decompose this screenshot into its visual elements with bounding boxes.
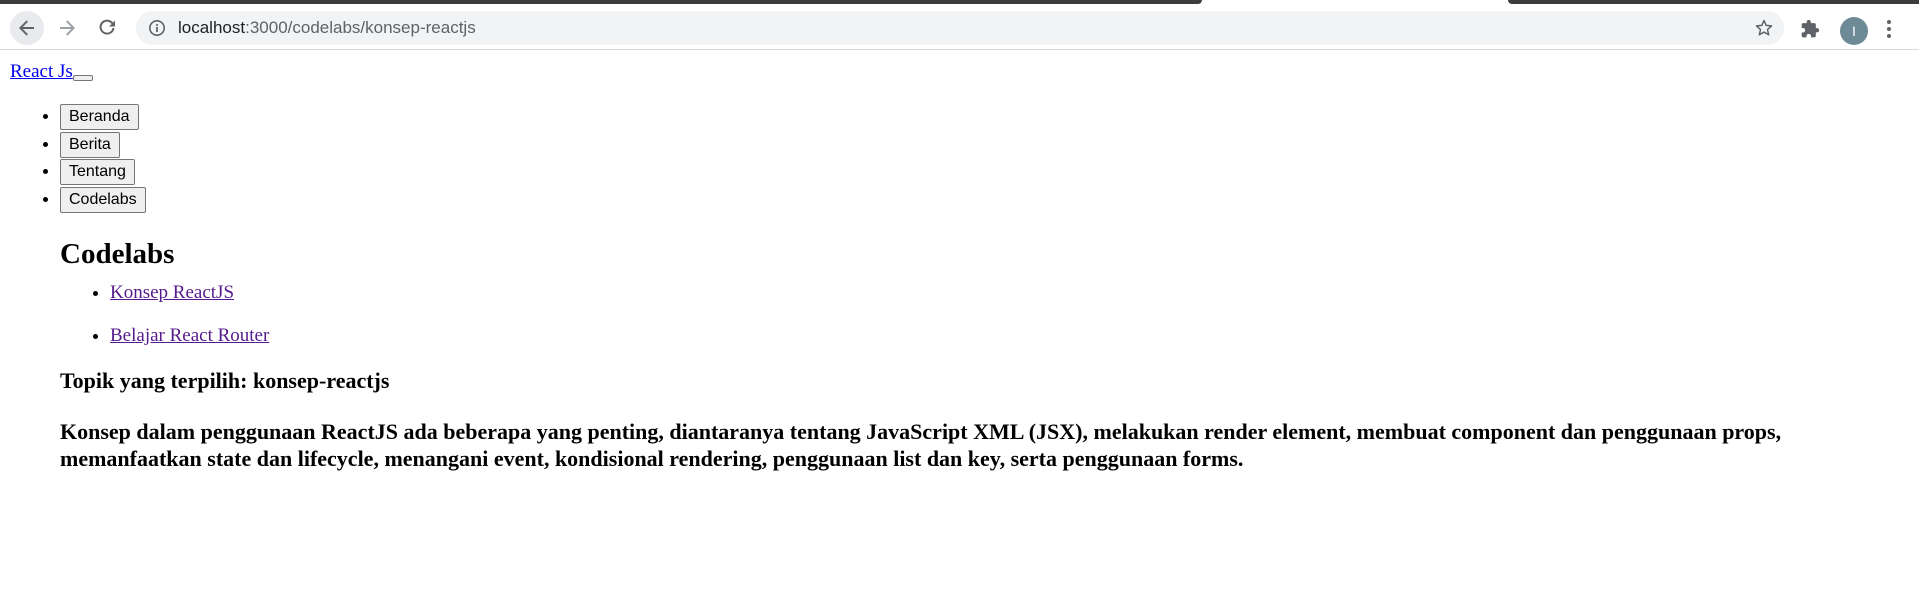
page-title: Codelabs — [60, 238, 175, 270]
back-button[interactable] — [10, 11, 44, 45]
tentang-button[interactable]: Tentang — [60, 159, 135, 185]
star-icon[interactable] — [1754, 18, 1774, 43]
reload-button[interactable] — [90, 11, 124, 45]
tab-strip — [0, 0, 1919, 7]
topic-link-belajar-react-router[interactable]: Belajar React Router — [110, 325, 269, 346]
url-path: :3000/codelabs/konsep-reactjs — [245, 18, 476, 37]
forward-button[interactable] — [50, 11, 84, 45]
puzzle-icon[interactable] — [1800, 19, 1820, 44]
beranda-button[interactable]: Beranda — [60, 104, 139, 130]
info-icon[interactable] — [148, 19, 166, 42]
codelabs-section: Codelabs Konsep ReactJS Belajar React Ro… — [60, 237, 1839, 471]
arrow-left-icon — [19, 20, 34, 36]
list-item: Konsep ReactJS — [110, 282, 269, 325]
tab-strip-left — [0, 0, 1202, 4]
browser-toolbar: localhost:3000/codelabs/konsep-reactjs I — [0, 7, 1919, 50]
selected-topic-heading: Topik yang terpilih: konsep-reactjs — [60, 368, 390, 393]
address-bar[interactable]: localhost:3000/codelabs/konsep-reactjs — [136, 11, 1784, 45]
nav-item-tentang: Tentang — [60, 159, 146, 187]
topic-description: Konsep dalam penggunaan ReactJS ada bebe… — [60, 419, 1782, 471]
brand-link[interactable]: React Js — [10, 61, 73, 82]
nav-item-berita: Berita — [60, 131, 146, 160]
arrow-right-icon — [60, 20, 75, 36]
profile-avatar[interactable]: I — [1840, 17, 1868, 45]
list-item: Belajar React Router — [110, 325, 269, 368]
topic-list: Konsep ReactJS Belajar React Router — [60, 282, 269, 368]
navbar-toggle-button[interactable] — [72, 75, 93, 81]
codelabs-button[interactable]: Codelabs — [60, 186, 146, 213]
navbar: React Js — [10, 61, 93, 85]
kebab-menu-icon[interactable] — [1886, 19, 1892, 44]
nav-menu: Beranda Berita Tentang Codelabs — [0, 104, 146, 214]
reload-icon — [99, 19, 115, 35]
tab-strip-right — [1508, 0, 1919, 4]
nav-item-codelabs: Codelabs — [60, 186, 146, 215]
url-text[interactable]: localhost:3000/codelabs/konsep-reactjs — [178, 11, 476, 45]
nav-item-beranda: Beranda — [60, 104, 146, 132]
url-host: localhost — [178, 18, 246, 37]
berita-button[interactable]: Berita — [60, 131, 120, 158]
topic-link-konsep-reactjs[interactable]: Konsep ReactJS — [110, 282, 234, 303]
